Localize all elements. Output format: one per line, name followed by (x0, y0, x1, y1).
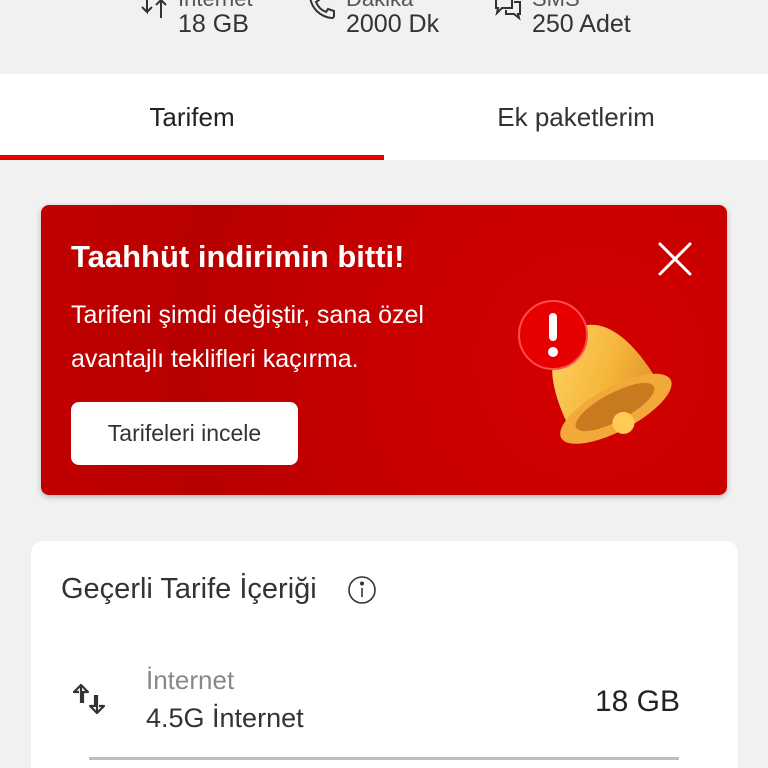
tab-ek-paketlerim[interactable]: Ek paketlerim (384, 74, 768, 160)
phone-icon (309, 0, 335, 20)
row-type-label: İnternet (146, 665, 235, 695)
card-title: Geçerli Tarife İçeriği (61, 573, 317, 605)
usage-summary: İnternet 18 GB Dakika 2000 Dk SMS 250 Ad… (0, 0, 768, 74)
summary-minutes-value: 2000 Dk (346, 10, 440, 38)
row-package-name: 4.5G İnternet (146, 703, 304, 733)
promo-title: Taahhüt indirimin bitti! (71, 239, 405, 274)
info-icon[interactable] (347, 575, 377, 605)
summary-internet-value: 18 GB (178, 10, 249, 38)
close-icon[interactable] (651, 235, 699, 283)
tab-bar: Tarifem Ek paketlerim (0, 74, 768, 160)
view-tariffs-button[interactable]: Tarifeleri incele (71, 402, 298, 465)
active-tab-indicator (0, 155, 384, 160)
data-transfer-icon (141, 0, 167, 18)
chat-icon (495, 0, 521, 21)
promo-description: Tarifeni şimdi değiştir, sana özel avant… (71, 301, 424, 373)
current-tariff-card: Geçerli Tarife İçeriği İnternet 4.5G İnt… (31, 541, 738, 768)
tab-tarifem[interactable]: Tarifem (0, 74, 384, 160)
data-transfer-icon (72, 683, 106, 715)
divider (89, 757, 679, 760)
promo-banner: Taahhüt indirimin bitti! Tarifeni şimdi … (41, 205, 727, 495)
summary-sms-value: 250 Adet (532, 10, 631, 38)
bell-alert-icon (518, 300, 672, 444)
tariff-row[interactable]: İnternet 4.5G İnternet 18 GB (31, 661, 738, 741)
row-value: 18 GB (594, 685, 680, 718)
